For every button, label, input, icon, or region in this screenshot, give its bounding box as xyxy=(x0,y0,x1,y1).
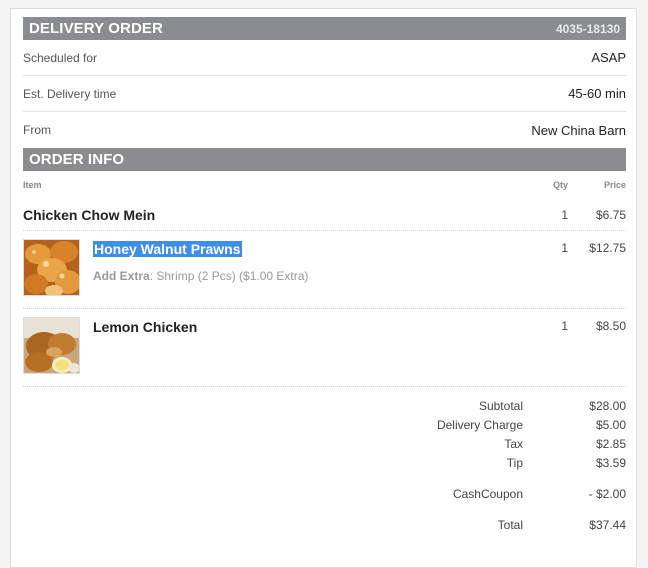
delivery-order-title: DELIVERY ORDER xyxy=(29,20,163,37)
coupon-line: CashCoupon - $2.00 xyxy=(326,487,626,503)
subtotal-value: $28.00 xyxy=(589,399,626,413)
fried-prawns-photo xyxy=(23,239,80,296)
tax-label: Tax xyxy=(504,437,523,451)
delivery-charge-value: $5.00 xyxy=(595,418,626,432)
tip-value: $3.59 xyxy=(595,456,626,470)
order-card: DELIVERY ORDER 4035-18130 Scheduled for … xyxy=(10,8,637,568)
coupon-label: CashCoupon xyxy=(452,487,523,501)
from-row: From New China Barn xyxy=(23,112,626,148)
subtotal-line: Subtotal $28.00 xyxy=(326,399,626,415)
lemon-chicken-photo xyxy=(23,317,80,374)
item-price: $6.75 xyxy=(595,207,626,222)
tax-line: Tax $2.85 xyxy=(326,437,626,453)
scheduled-label: Scheduled for xyxy=(23,50,98,65)
order-number: 4035-18130 xyxy=(555,21,620,36)
price-column-label: Price xyxy=(603,180,626,190)
total-value: $37.44 xyxy=(589,518,626,532)
item-qty: 1 xyxy=(561,319,568,333)
tip-line: Tip $3.59 xyxy=(326,456,626,472)
delivery-time-row: Est. Delivery time 45-60 min xyxy=(23,76,626,112)
item-price: $8.50 xyxy=(595,319,626,333)
subtotal-label: Subtotal xyxy=(478,399,523,413)
coupon-value: - $2.00 xyxy=(588,487,626,501)
order-item-row: Honey Walnut Prawns Add Extra: Shrimp (2… xyxy=(23,231,626,309)
item-name: Chicken Chow Mein xyxy=(23,206,156,223)
item-name: Lemon Chicken xyxy=(93,319,198,335)
items-column-header: Item Qty Price xyxy=(23,171,626,199)
item-extra: Add Extra: Shrimp (2 Pcs) ($1.00 Extra) xyxy=(93,269,308,283)
item-column-label: Item xyxy=(23,180,42,190)
item-name[interactable]: Honey Walnut Prawns xyxy=(93,241,242,257)
delivery-charge-line: Delivery Charge $5.00 xyxy=(326,418,626,434)
from-label: From xyxy=(23,123,51,137)
item-details: Honey Walnut Prawns Add Extra: Shrimp (2… xyxy=(93,241,308,283)
delivery-time-value: 45-60 min xyxy=(568,86,626,101)
tip-label: Tip xyxy=(506,456,523,470)
order-info-title: ORDER INFO xyxy=(29,151,125,168)
scheduled-row: Scheduled for ASAP xyxy=(23,40,626,76)
tax-value: $2.85 xyxy=(595,437,626,451)
item-qty: 1 xyxy=(561,207,568,222)
scheduled-value: ASAP xyxy=(591,50,626,65)
order-info-header: ORDER INFO xyxy=(23,148,626,171)
order-totals: Subtotal $28.00 Delivery Charge $5.00 Ta… xyxy=(23,387,626,547)
delivery-time-label: Est. Delivery time xyxy=(23,86,117,101)
delivery-charge-label: Delivery Charge xyxy=(436,418,523,432)
delivery-order-header: DELIVERY ORDER 4035-18130 xyxy=(23,17,626,40)
extra-label: Add Extra xyxy=(93,269,150,283)
restaurant-name: New China Barn xyxy=(531,122,626,138)
total-label: Total xyxy=(497,518,523,532)
order-item-row: Lemon Chicken 1 $8.50 xyxy=(23,309,626,387)
qty-column-label: Qty xyxy=(552,180,568,190)
order-content: DELIVERY ORDER 4035-18130 Scheduled for … xyxy=(23,17,626,547)
total-line: Total $37.44 xyxy=(326,518,626,534)
order-item-row: Chicken Chow Mein 1 $6.75 xyxy=(23,199,626,231)
item-qty: 1 xyxy=(561,241,568,255)
item-price: $12.75 xyxy=(589,241,626,255)
item-details: Lemon Chicken xyxy=(93,319,197,337)
extra-value: : Shrimp (2 Pcs) ($1.00 Extra) xyxy=(149,269,309,283)
